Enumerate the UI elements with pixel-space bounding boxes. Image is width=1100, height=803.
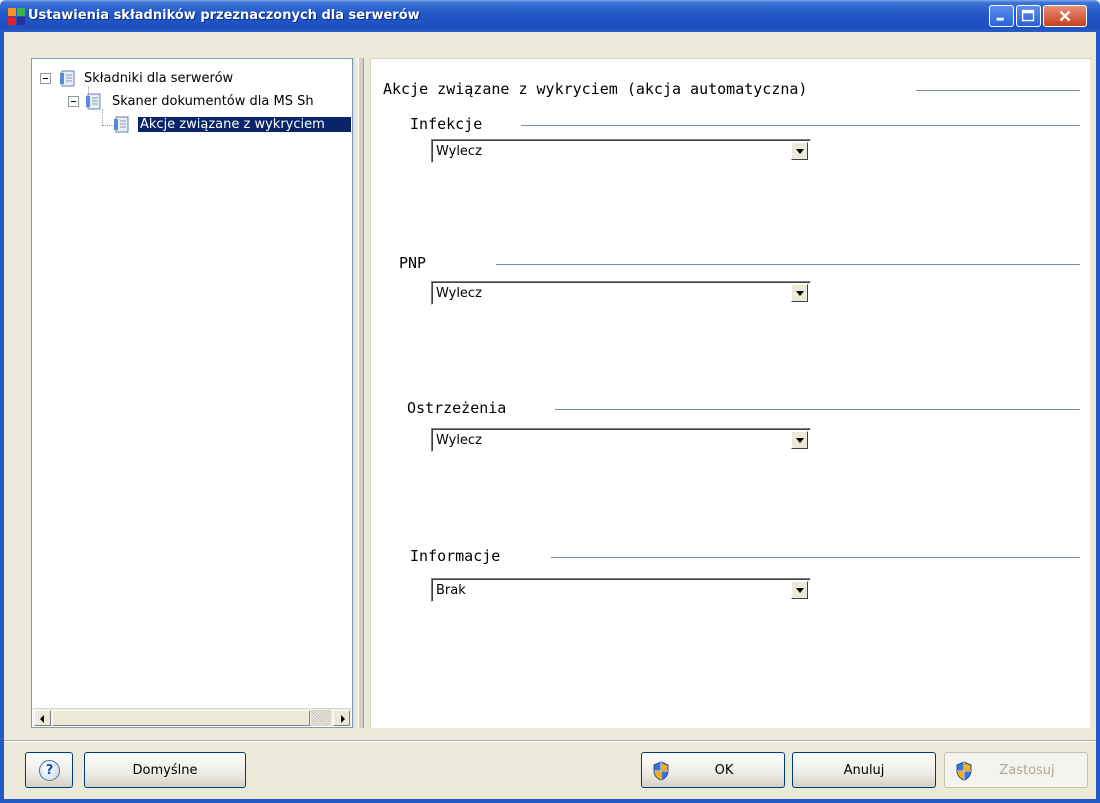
scroll-right-button[interactable] — [333, 710, 350, 726]
information-action-select[interactable]: Brak — [431, 578, 811, 602]
settings-tree[interactable]: Składniki dla serwerów Skaner dokumentów… — [31, 58, 353, 728]
scroll-left-button[interactable] — [34, 710, 51, 726]
collapse-icon[interactable] — [68, 96, 79, 107]
close-button[interactable] — [1043, 5, 1087, 27]
tree-connector — [102, 125, 114, 126]
group-label-information: Informacje — [410, 547, 509, 565]
apply-button[interactable]: Zastosuj — [944, 752, 1088, 788]
minimize-button[interactable] — [989, 5, 1014, 27]
document-icon — [60, 70, 75, 87]
close-icon — [1059, 10, 1071, 22]
defaults-button[interactable]: Domyślne — [84, 752, 246, 788]
group-divider — [551, 557, 1080, 559]
chevron-down-icon[interactable] — [791, 431, 808, 449]
group-label-pnp: PNP — [399, 254, 435, 272]
arrow-left-icon — [40, 715, 44, 723]
footer-divider — [4, 740, 1096, 742]
tree-item-label: Skaner dokumentów dla MS Sh — [112, 94, 314, 109]
horizontal-scrollbar[interactable] — [33, 708, 351, 726]
scroll-thumb[interactable] — [52, 710, 310, 726]
help-icon: ? — [39, 760, 60, 781]
chevron-down-icon[interactable] — [791, 581, 808, 599]
window-title: Ustawienia składników przeznaczonych dla… — [28, 8, 420, 23]
group-divider — [555, 409, 1080, 411]
settings-content: Akcje związane z wykryciem (akcja automa… — [370, 58, 1090, 728]
document-icon — [86, 93, 101, 110]
tree-item-label: Składniki dla serwerów — [84, 71, 234, 86]
scroll-track[interactable] — [311, 710, 331, 726]
maximize-button[interactable] — [1016, 5, 1041, 27]
title-bar[interactable]: Ustawienia składników przeznaczonych dla… — [0, 0, 1100, 32]
select-value: Wylecz — [436, 286, 482, 301]
chevron-down-icon[interactable] — [791, 142, 808, 160]
infections-action-select[interactable]: Wylecz — [431, 139, 811, 163]
select-value: Wylecz — [436, 144, 482, 159]
group-label-infections: Infekcje — [410, 115, 491, 133]
select-value: Wylecz — [436, 433, 482, 448]
collapse-icon[interactable] — [40, 73, 51, 84]
group-label-warnings: Ostrzeżenia — [407, 399, 515, 417]
group-divider — [521, 125, 1080, 127]
pnp-action-select[interactable]: Wylecz — [431, 281, 811, 305]
section-title: Akcje związane z wykryciem (akcja automa… — [383, 80, 816, 98]
cancel-button[interactable]: Anuluj — [792, 752, 936, 788]
defaults-button-label: Domyślne — [132, 763, 198, 778]
tree-item-label: Akcje związane z wykryciem — [138, 117, 351, 132]
ok-button-label: OK — [714, 763, 734, 778]
maximize-icon — [1021, 9, 1035, 22]
select-value: Brak — [436, 583, 466, 598]
chevron-down-icon[interactable] — [791, 284, 808, 302]
splitter-bar[interactable] — [358, 58, 364, 728]
tree-connector — [102, 109, 103, 125]
cancel-button-label: Anuluj — [843, 763, 885, 778]
group-divider — [496, 264, 1080, 266]
panel-splitter[interactable] — [353, 58, 369, 728]
apply-button-label: Zastosuj — [999, 763, 1055, 778]
help-button[interactable]: ? — [25, 752, 73, 788]
minimize-icon — [996, 17, 1004, 21]
app-logo-icon — [8, 8, 25, 25]
warnings-action-select[interactable]: Wylecz — [431, 428, 811, 452]
section-divider — [916, 90, 1080, 92]
document-icon — [114, 116, 129, 133]
ok-button[interactable]: OK — [641, 752, 785, 788]
arrow-right-icon — [341, 715, 345, 723]
